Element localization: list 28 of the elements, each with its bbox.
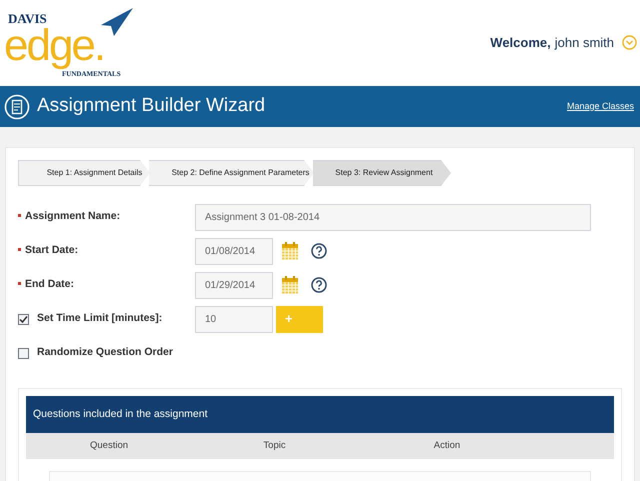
wizard-step[interactable]: Step 3: Review Assignment	[313, 160, 451, 186]
clipboard-icon	[4, 94, 30, 120]
input-field[interactable]: Assignment 3 01-08-2014	[195, 204, 591, 230]
user-name: john smith	[554, 34, 614, 52]
manage-classes-link[interactable]: Manage Classes	[566, 100, 634, 114]
page-title: Assignment Builder Wizard	[37, 94, 266, 118]
column-header: Topic	[262, 438, 287, 453]
help-icon[interactable]	[311, 277, 327, 293]
table-title: Questions included in the assignment	[33, 406, 208, 422]
input-field[interactable]: 01/08/2014	[195, 238, 273, 264]
help-icon[interactable]	[311, 243, 327, 259]
column-header: Action	[432, 438, 462, 453]
field-label: End Date:	[25, 277, 74, 292]
wizard-step[interactable]: Step 2: Define Assignment Parameters	[149, 160, 314, 186]
calendar-icon[interactable]	[281, 241, 299, 261]
checkbox[interactable]	[18, 348, 29, 358]
input-field[interactable]: 01/29/2014	[195, 272, 273, 298]
logo-text: DAVIS	[8, 12, 47, 25]
column-header: Question	[88, 438, 130, 453]
checkbox[interactable]	[18, 314, 29, 324]
field-label: Assignment Name:	[25, 209, 120, 224]
input-field[interactable]: 10	[195, 306, 273, 332]
calendar-icon[interactable]	[281, 275, 299, 295]
field-label: Start Date:	[25, 243, 78, 258]
wizard-step[interactable]: Step 1: Assignment Details	[18, 160, 150, 186]
field-label: Set Time Limit [minutes]:	[37, 311, 162, 326]
field-label: Randomize Question Order	[37, 345, 173, 360]
welcome-text: Welcome,	[490, 34, 551, 52]
